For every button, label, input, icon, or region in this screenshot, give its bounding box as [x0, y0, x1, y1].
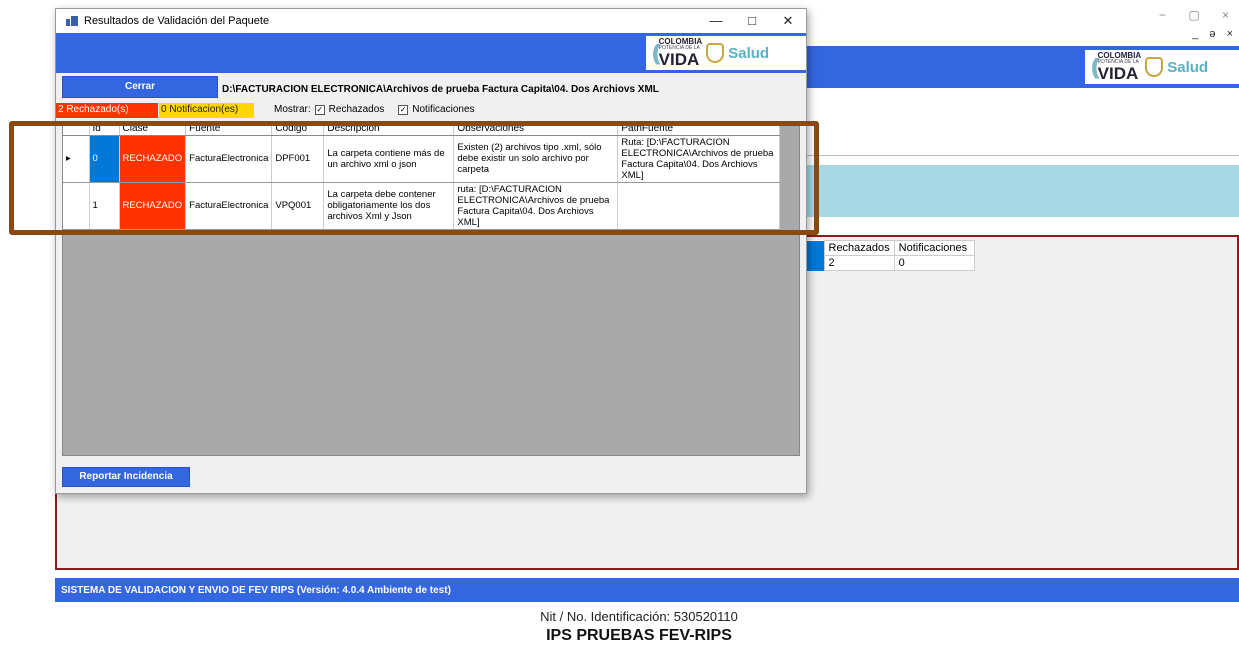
notificaciones-checkbox[interactable]: ✓	[398, 104, 409, 115]
value-notificaciones: 0	[893, 255, 975, 271]
value-rechazados: 2	[823, 255, 895, 271]
cerrar-button[interactable]: Cerrar	[62, 76, 218, 98]
coat-of-arms-icon	[706, 43, 725, 63]
dialog-titlebar[interactable]: Resultados de Validación del Paquete — □…	[56, 9, 806, 33]
colombia-salud-logo: (( COLOMBIA POTENCIA DE LA VIDA Salud	[1085, 50, 1239, 84]
package-path: D:\FACTURACION ELECTRONICA\Archivos de p…	[222, 84, 659, 95]
coat-of-arms-icon	[1145, 57, 1164, 77]
rechazados-checkbox-label[interactable]: Rechazados	[329, 104, 385, 115]
app-icon	[66, 16, 78, 26]
minimize-icon[interactable]: −	[1159, 8, 1166, 22]
highlight-box	[9, 121, 819, 235]
close-icon[interactable]: ✕	[770, 9, 806, 33]
validation-results-dialog: Resultados de Validación del Paquete — □…	[55, 8, 807, 494]
header-rechazados: Rechazados	[823, 240, 895, 256]
ips-name: IPS PRUEBAS FEV-RIPS	[546, 627, 732, 644]
dialog-title: Resultados de Validación del Paquete	[84, 15, 270, 27]
mdi-controls[interactable]: _ ə ×	[1192, 28, 1237, 40]
dialog-header-bar: (( COLOMBIA POTENCIA DE LA VIDA Salud	[56, 33, 806, 73]
rechazados-badge: 2 Rechazado(s)	[56, 103, 158, 118]
status-bar: SISTEMA DE VALIDACION Y ENVIO DE FEV RIP…	[55, 578, 1239, 602]
info-band	[800, 165, 1239, 217]
filter-bar: Mostrar: ✓ Rechazados ✓ Notificaciones	[274, 104, 475, 115]
main-window-controls: − ▢ ×	[1159, 8, 1229, 22]
reportar-incidencia-button[interactable]: Reportar Incidencia	[62, 467, 190, 487]
chevron-logo-icon: ((	[652, 40, 660, 65]
rechazados-checkbox[interactable]: ✓	[314, 104, 325, 115]
nit-label: Nit / No. Identificación: 530520110	[540, 609, 738, 624]
colombia-salud-logo: (( COLOMBIA POTENCIA DE LA VIDA Salud	[646, 36, 806, 70]
maximize-icon[interactable]: ▢	[1188, 8, 1199, 22]
mostrar-label: Mostrar:	[274, 104, 311, 115]
summary-table: Rechazados Notificaciones 2 0	[800, 240, 975, 271]
minimize-icon[interactable]: —	[698, 9, 734, 33]
notificaciones-badge: 0 Notificacion(es)	[159, 103, 254, 118]
close-icon[interactable]: ×	[1222, 8, 1229, 22]
notificaciones-checkbox-label[interactable]: Notificaciones	[412, 104, 474, 115]
divider	[800, 155, 1239, 156]
chevron-logo-icon: ((	[1091, 54, 1099, 79]
maximize-icon[interactable]: □	[734, 9, 770, 33]
header-notificaciones: Notificaciones	[893, 240, 975, 256]
